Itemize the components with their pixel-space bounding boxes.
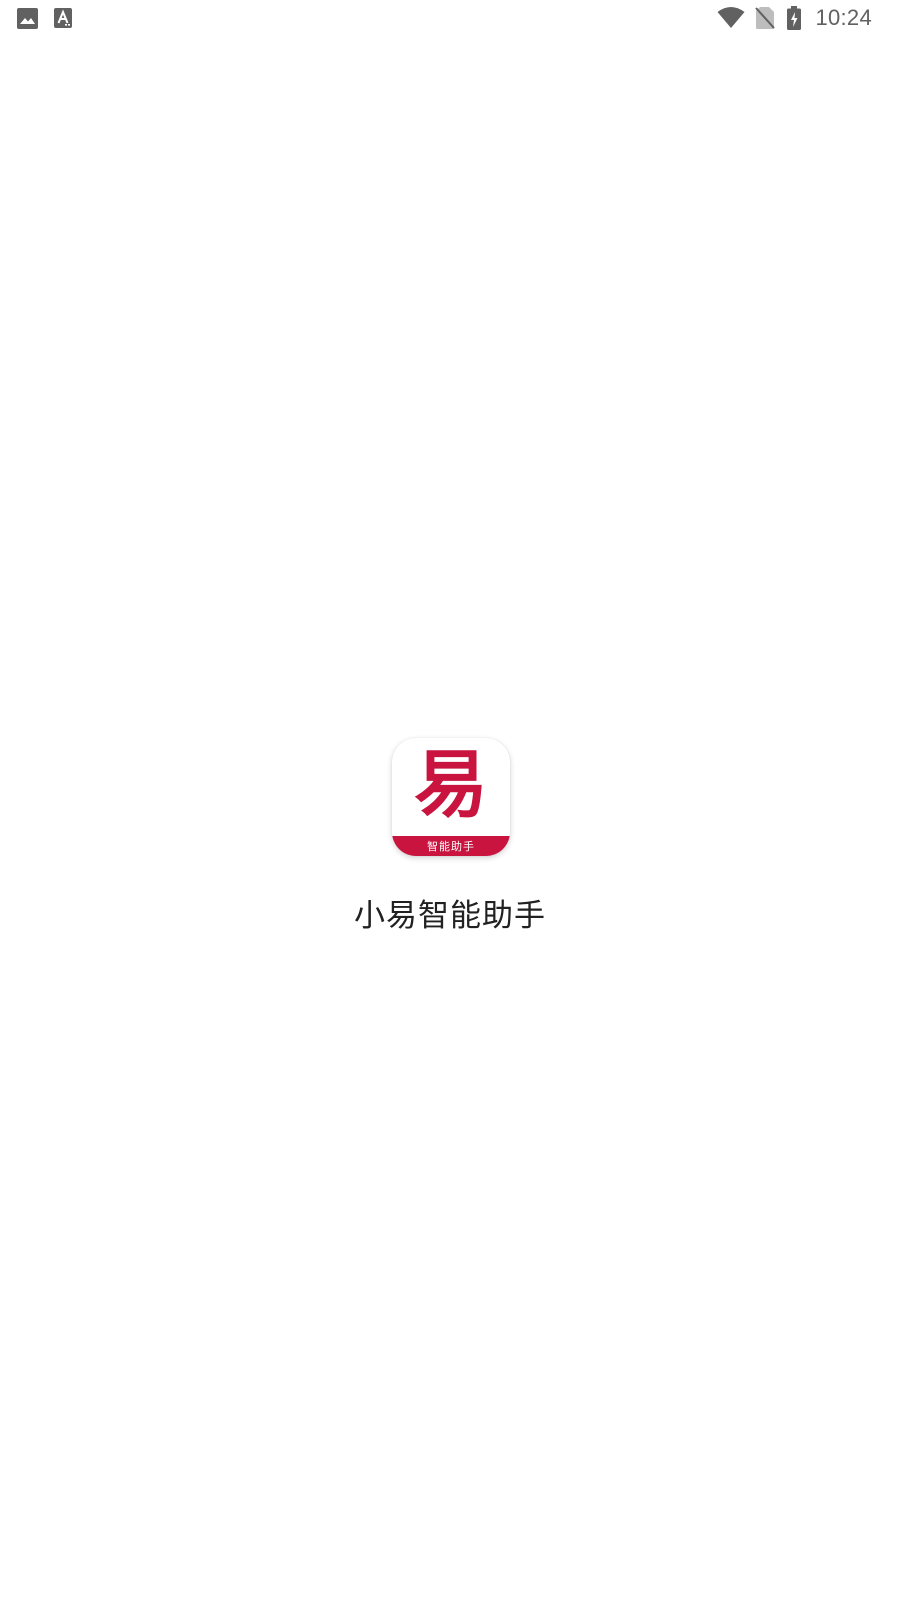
status-time: 10:24 [815,5,872,30]
splash-screen: 10:24 易 智能助手 小易智能助手 [0,0,900,1600]
app-name: 小易智能助手 [354,898,546,934]
battery-charging-icon [787,6,802,30]
font-icon [54,8,72,32]
wifi-icon [717,7,745,29]
logo-glyph: 易 [414,742,488,828]
app-logo-icon: 易 智能助手 [392,738,510,856]
logo-caption: 智能助手 [392,836,510,856]
no-sim-icon [755,6,776,30]
image-icon [17,8,38,33]
status-bar: 10:24 [0,0,900,36]
status-icons: 10:24 [717,4,872,32]
